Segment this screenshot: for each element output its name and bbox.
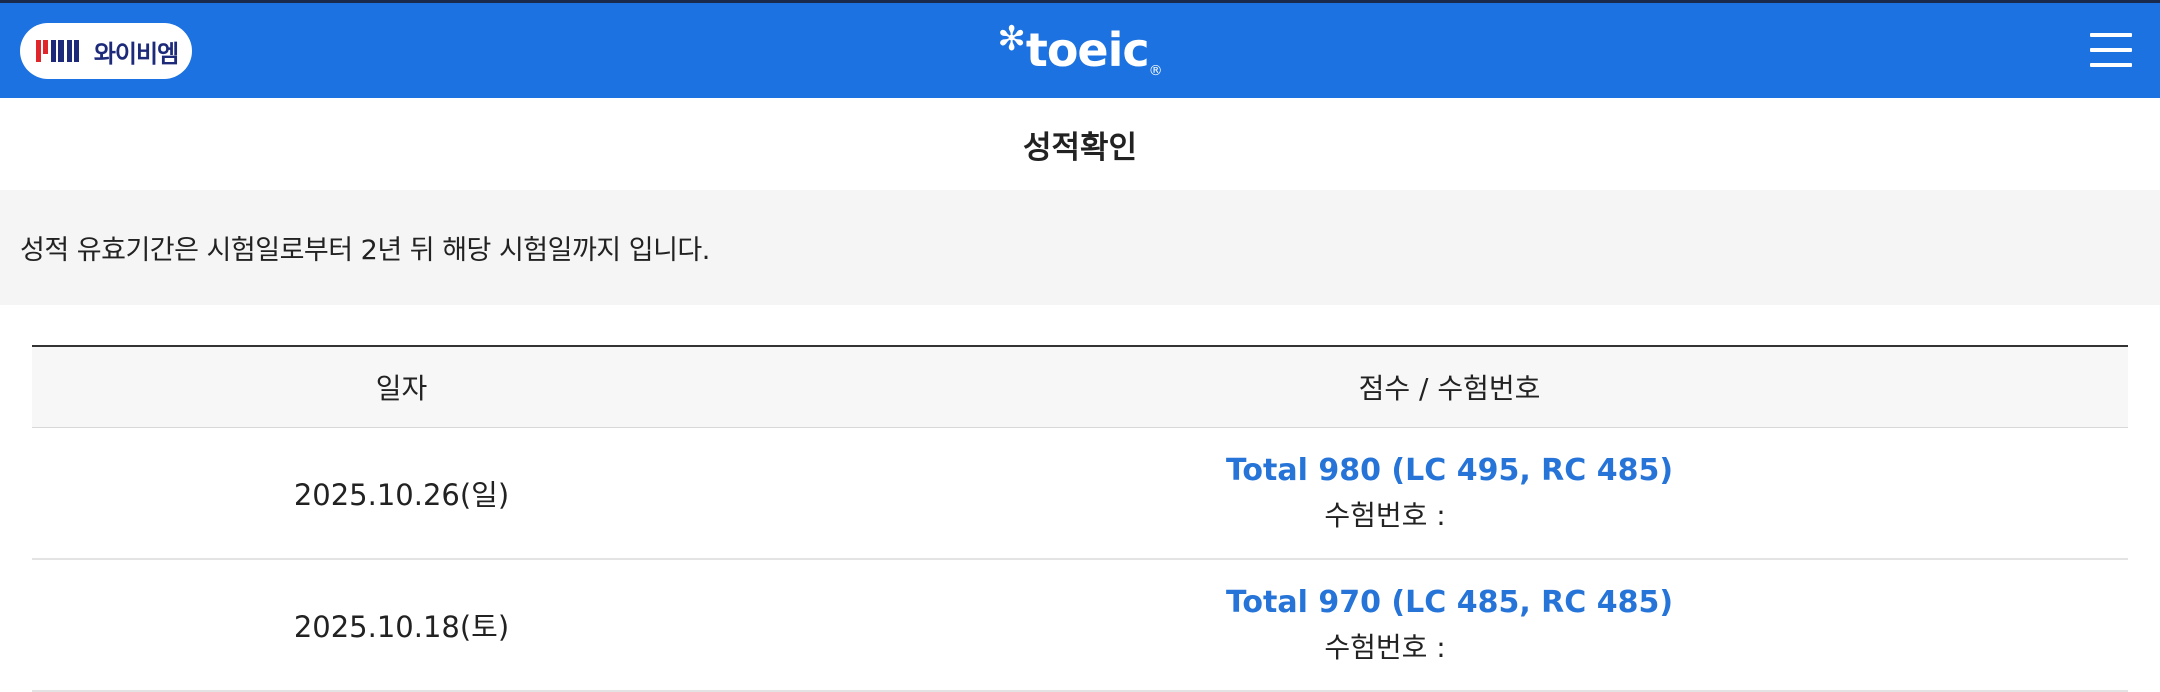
table-row: 2025.10.26(일) Total 980 (LC 495, RC 485)… [32,427,2128,560]
menu-bar [2090,48,2132,52]
ybm-home-link[interactable]: 와이비엠 [20,23,192,79]
table-row: 2025.10.18(토) Total 970 (LC 485, RC 485)… [32,559,2128,692]
exam-number-label: 수험번호 : [1324,498,1446,532]
exam-date: 2025.10.18(토) [32,559,771,692]
exam-number-label: 수험번호 : [1324,630,1446,664]
score-cell: Total 980 (LC 495, RC 485) 수험번호 : [771,427,2128,560]
score-table-container: 일자 점수 / 수험번호 2025.10.26(일) Total 980 (LC… [32,345,2128,692]
registered-mark: ® [1148,62,1163,79]
toeic-wordmark: toeic [1025,22,1150,77]
page-title-bar: 성적확인 [0,98,2160,190]
ybm-logo-icon [34,36,84,66]
menu-bar [2090,63,2132,67]
score-cell: Total 970 (LC 485, RC 485) 수험번호 : [771,559,2128,692]
table-header-row: 일자 점수 / 수험번호 [32,345,2128,428]
exam-number-line: 수험번호 : [772,494,2127,534]
exam-number-line: 수험번호 : [772,626,2127,666]
menu-bar [2090,33,2132,37]
page-title: 성적확인 [1022,129,1138,166]
validity-notice: 성적 유효기간은 시험일로부터 2년 뒤 해당 시험일까지 입니다. [20,235,710,266]
column-header-date: 일자 [32,345,771,428]
toeic-star-icon: ✻ [997,18,1026,59]
ybm-label: 와이비엠 [93,39,179,68]
hamburger-menu-icon[interactable] [2090,33,2132,67]
notice-box: 성적 유효기간은 시험일로부터 2년 뒤 해당 시험일까지 입니다. [0,190,2160,305]
toeic-logo[interactable]: ✻ toeic ® [997,18,1163,79]
score-table: 일자 점수 / 수험번호 2025.10.26(일) Total 980 (LC… [32,345,2128,692]
score-total-link[interactable]: Total 970 (LC 485, RC 485) [772,585,2127,620]
column-header-score: 점수 / 수험번호 [771,345,2128,428]
exam-date: 2025.10.26(일) [32,427,771,560]
site-header: 와이비엠 ✻ toeic ® [0,3,2160,98]
score-total-link[interactable]: Total 980 (LC 495, RC 485) [772,453,2127,488]
